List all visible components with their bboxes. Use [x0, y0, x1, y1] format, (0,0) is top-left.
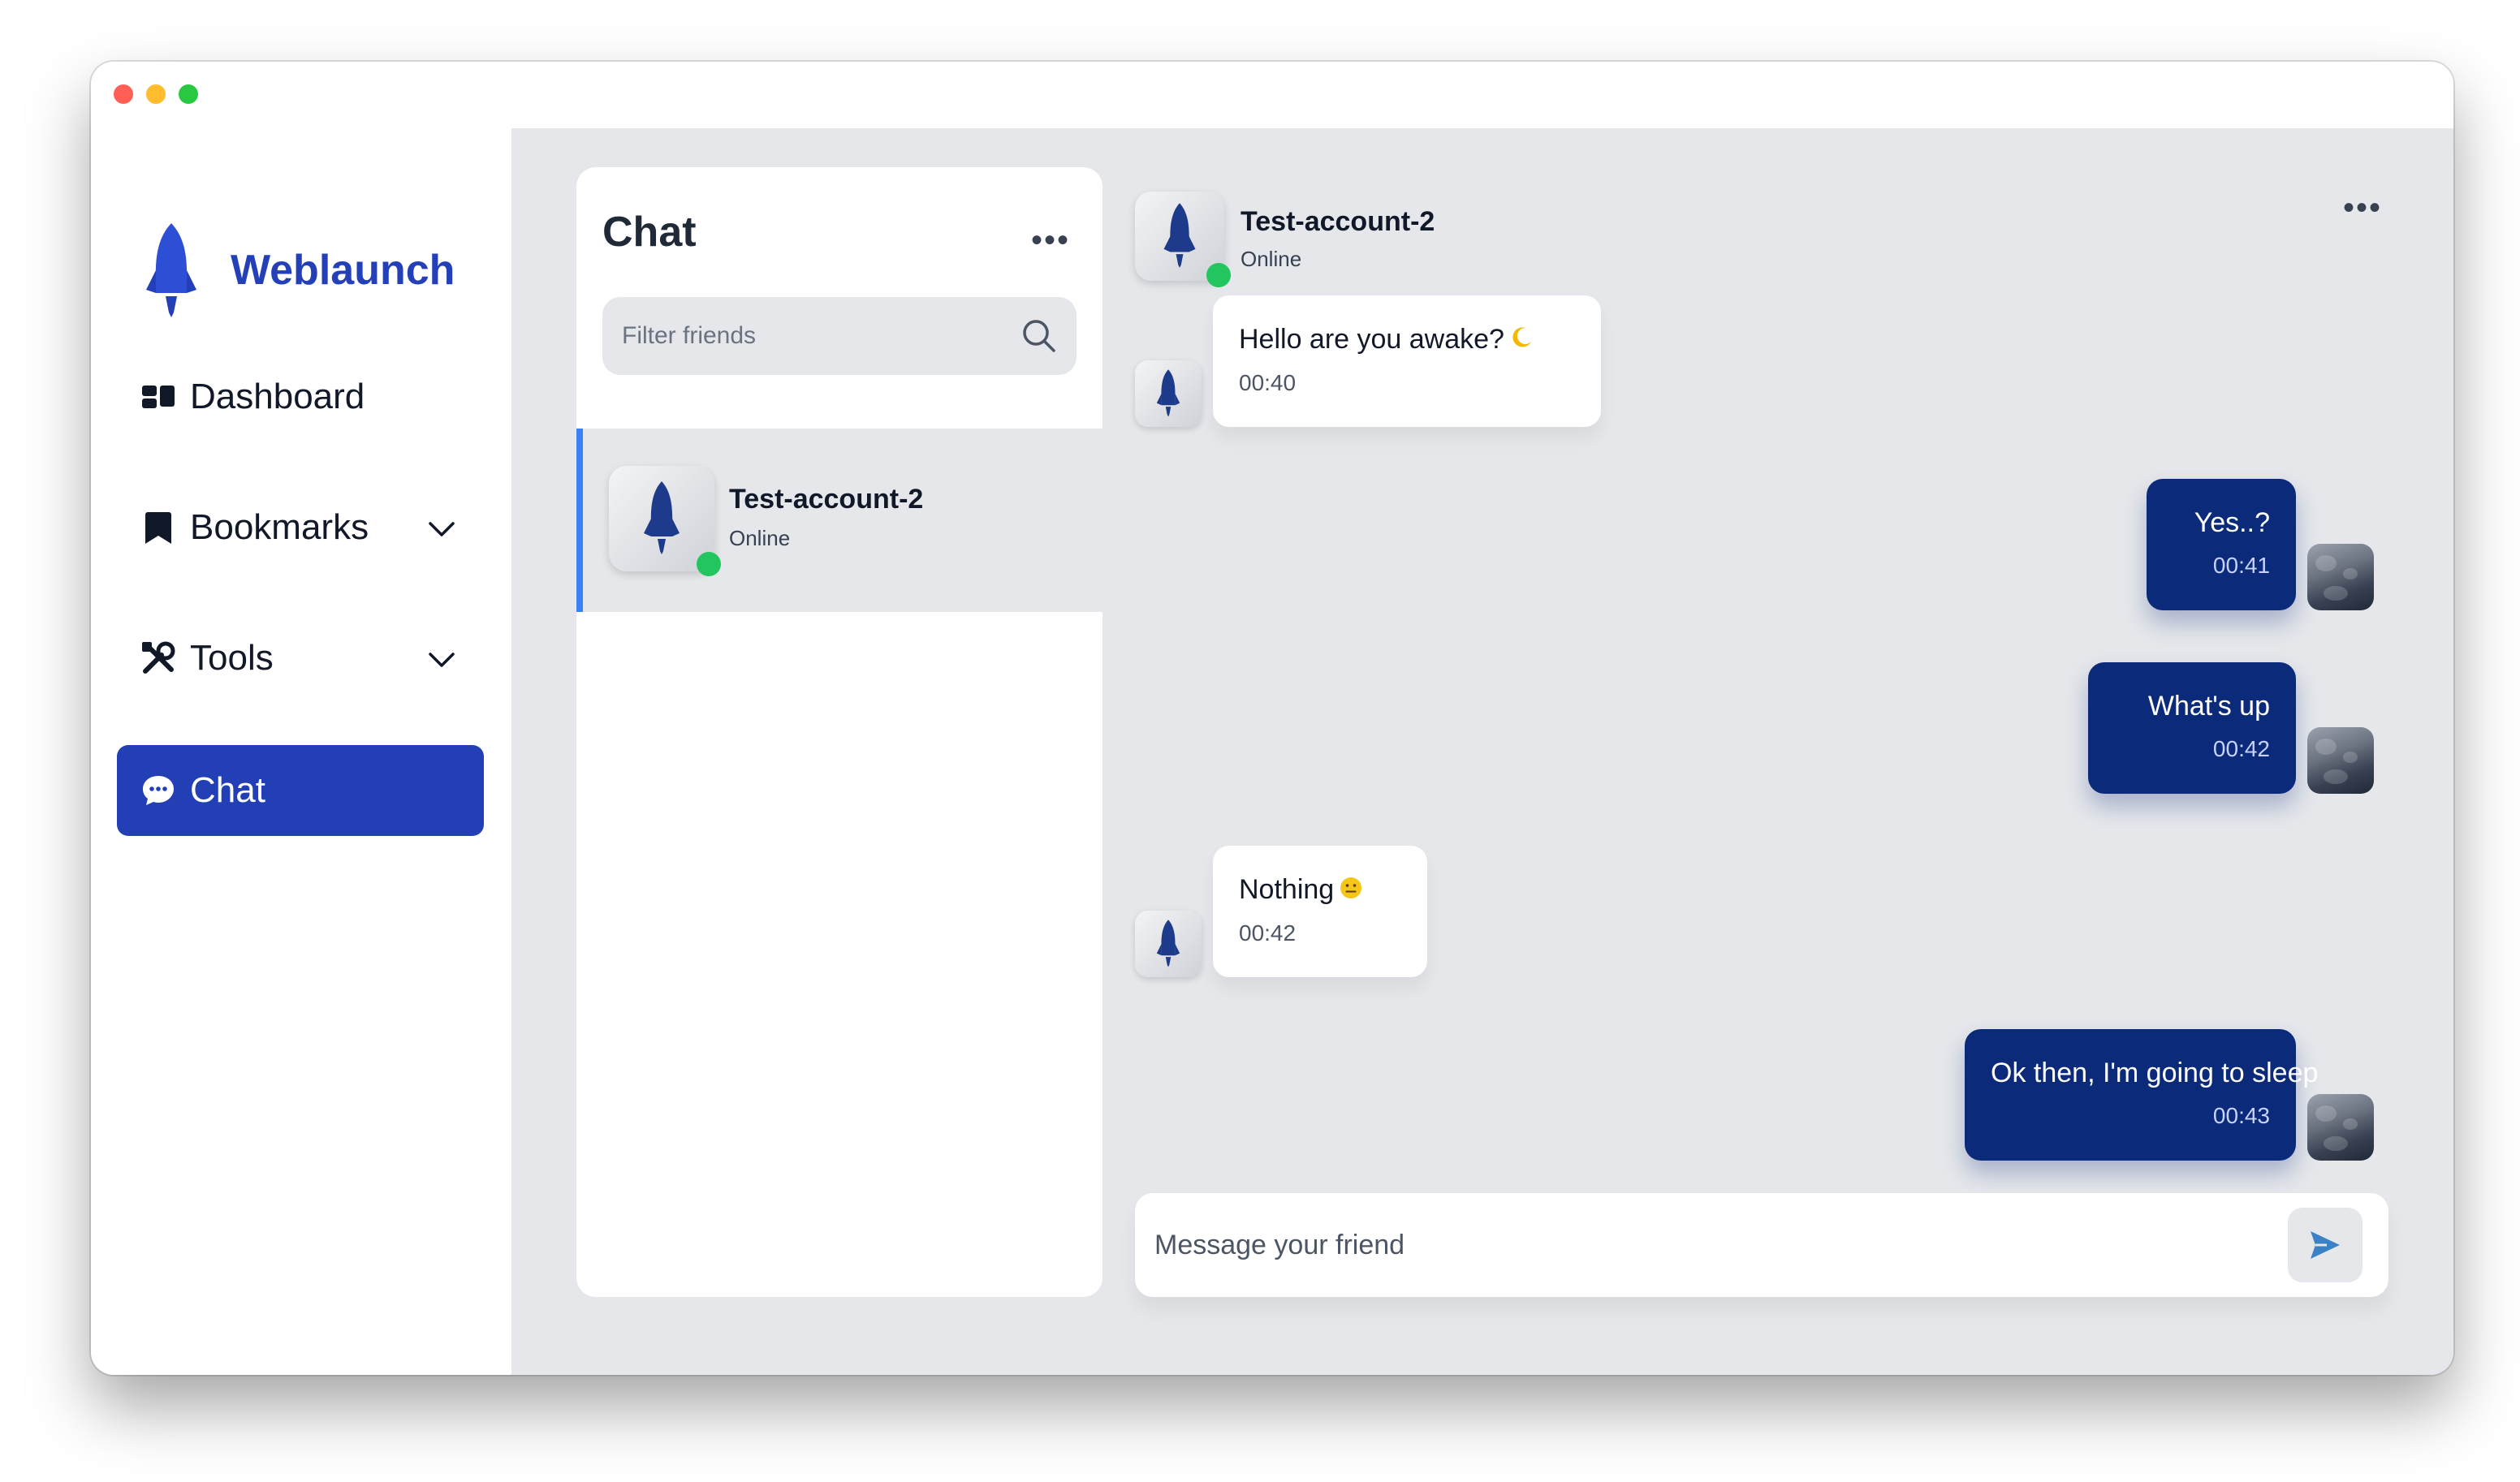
- search-icon[interactable]: [1020, 317, 1059, 355]
- message-bubble-outgoing: What's up 00:42: [2088, 662, 2296, 794]
- message-time: 00:41: [2212, 552, 2270, 578]
- my-avatar: [2307, 544, 2374, 610]
- friend-search[interactable]: [602, 297, 1077, 375]
- my-avatar: [2307, 727, 2374, 794]
- nav-label-chat: Chat: [190, 770, 265, 810]
- message-bubble-outgoing: Yes..? 00:41: [2147, 479, 2296, 610]
- message-text-wrapper: Nothing: [1239, 873, 1401, 907]
- title-bar: [91, 62, 2453, 128]
- main-area: Chat ••• Test: [511, 128, 2453, 1375]
- close-window-button[interactable]: [114, 84, 133, 104]
- message-text-wrapper: Hello are you awake?: [1239, 323, 1575, 357]
- message-text: Yes..?: [2194, 507, 2270, 538]
- message-bubble-incoming: Nothing 00:42: [1213, 846, 1427, 977]
- brand[interactable]: Weblaunch: [141, 218, 455, 323]
- nav-item-tools[interactable]: Tools: [117, 613, 484, 704]
- message-bubble-incoming: Hello are you awake? 00:40: [1213, 295, 1601, 427]
- chevron-down-icon[interactable]: [425, 644, 458, 676]
- rocket-logo-icon: [146, 223, 196, 317]
- message-time: 00:42: [1239, 920, 1297, 946]
- chevron-down-icon[interactable]: [425, 513, 458, 545]
- search-input[interactable]: [602, 297, 1077, 375]
- friends-panel-title: Chat: [602, 209, 697, 256]
- minimize-window-button[interactable]: [146, 84, 166, 104]
- sender-avatar: [1135, 911, 1202, 977]
- sidebar: Weblaunch Dashboard Bookmarks Tools Chat: [91, 128, 511, 1375]
- nav-item-dashboard[interactable]: Dashboard: [117, 351, 484, 442]
- nav-label-dashboard: Dashboard: [190, 377, 365, 416]
- message-time: 00:40: [1239, 370, 1297, 396]
- friend-status: Online: [729, 526, 791, 550]
- message-time: 00:43: [2212, 1102, 2270, 1128]
- message-text: Ok then, I'm going to sleep: [1991, 1058, 2319, 1088]
- message-bubble-outgoing: Ok then, I'm going to sleep 00:43: [1965, 1029, 2319, 1161]
- friend-list-item[interactable]: Test-account-2 Online: [576, 429, 1102, 612]
- neutral-face-icon: [1339, 875, 1363, 908]
- brand-name: Weblaunch: [231, 247, 455, 294]
- rocket-icon: [644, 481, 680, 554]
- ellipsis-icon[interactable]: •••: [2343, 192, 2382, 224]
- maximize-window-button[interactable]: [179, 84, 198, 104]
- friend-name: Test-account-2: [729, 484, 924, 515]
- friends-panel: Chat ••• Test: [576, 167, 1102, 1297]
- rocket-icon: [1163, 203, 1196, 268]
- contact-name: Test-account-2: [1241, 206, 1435, 237]
- message-input[interactable]: [1135, 1193, 2255, 1297]
- nav-label-tools: Tools: [190, 638, 274, 678]
- send-icon: [2311, 1231, 2340, 1259]
- chat-bubble-icon: [140, 772, 177, 809]
- message-text: What's up: [2147, 691, 2270, 722]
- crescent-moon-icon: [1509, 325, 1534, 358]
- message-composer[interactable]: [1135, 1193, 2388, 1297]
- message-text: Nothing: [1239, 874, 1335, 905]
- nav-item-bookmarks[interactable]: Bookmarks: [117, 482, 484, 573]
- rocket-icon: [1156, 920, 1180, 967]
- message-text: Hello are you awake?: [1239, 324, 1504, 355]
- app-window: Weblaunch Dashboard Bookmarks Tools Chat…: [91, 62, 2453, 1375]
- bookmark-icon: [140, 509, 177, 546]
- online-indicator: [697, 552, 721, 576]
- send-button[interactable]: [2288, 1208, 2362, 1282]
- contact-status: Online: [1241, 247, 1302, 271]
- my-avatar: [2307, 1094, 2374, 1161]
- nav-item-chat[interactable]: Chat: [117, 745, 484, 836]
- dashboard-icon: [140, 378, 177, 416]
- sender-avatar: [1135, 360, 1202, 427]
- rocket-icon: [1156, 369, 1180, 417]
- message-time: 00:42: [2212, 735, 2270, 761]
- ellipsis-icon[interactable]: •••: [1031, 224, 1070, 256]
- nav-label-bookmarks: Bookmarks: [190, 507, 369, 547]
- online-indicator: [1206, 263, 1231, 287]
- tools-icon: [140, 640, 177, 677]
